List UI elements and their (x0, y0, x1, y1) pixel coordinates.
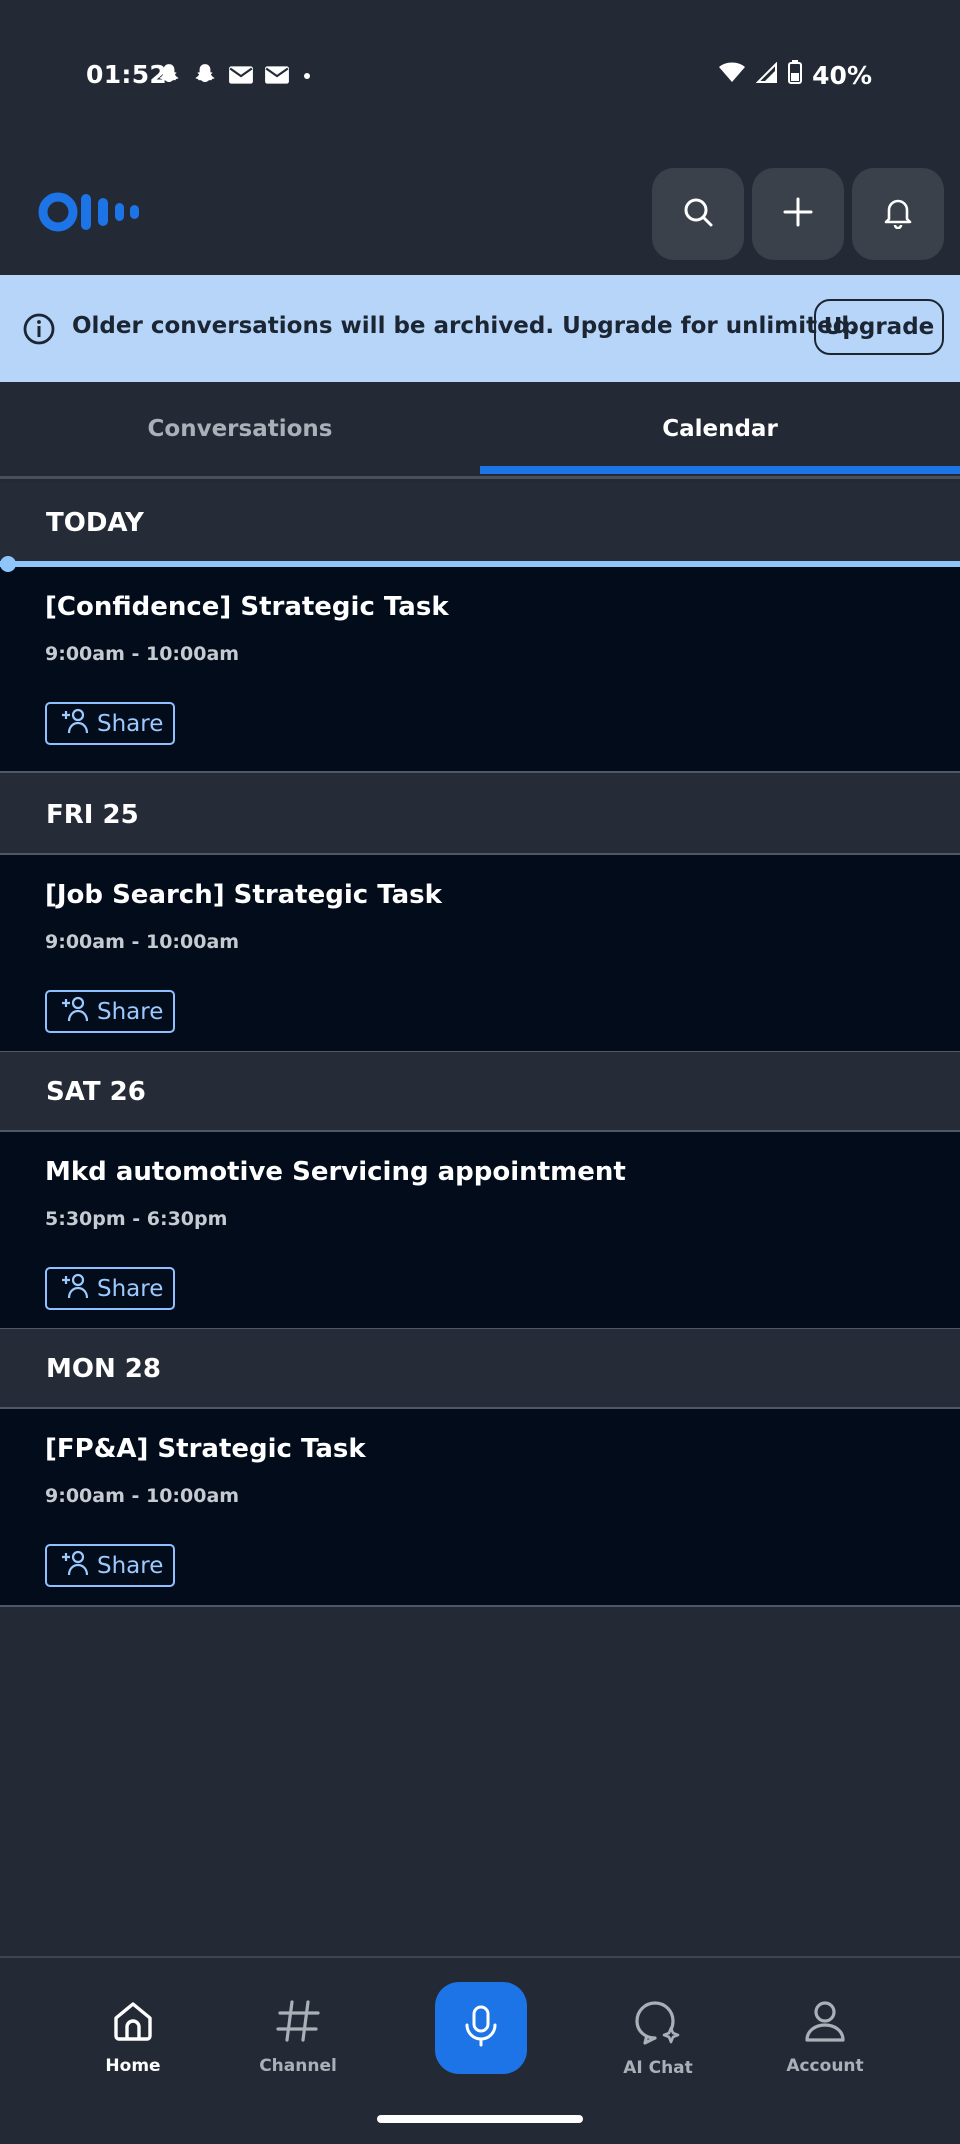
bell-icon (881, 195, 915, 233)
share-button[interactable]: Share (45, 702, 175, 745)
date-header: MON 28 (0, 1329, 960, 1409)
wifi-icon (718, 60, 746, 90)
share-button[interactable]: Share (45, 990, 175, 1033)
event-time: 5:30pm - 6:30pm (45, 1208, 228, 1230)
date-header: SAT 26 (0, 1052, 960, 1132)
event-title: [FP&A] Strategic Task (45, 1434, 366, 1464)
share-label: Share (97, 710, 164, 737)
share-person-icon (61, 1549, 89, 1583)
event-item[interactable]: [Confidence] Strategic Task 9:00am - 10:… (0, 567, 960, 773)
notification-icons (156, 62, 314, 92)
date-label: FRI 25 (46, 800, 139, 830)
snapchat-icon (156, 62, 182, 92)
tab-conversations[interactable]: Conversations (0, 382, 480, 476)
nav-account[interactable]: Account (745, 1998, 905, 2076)
plus-icon (782, 196, 814, 232)
snapchat-icon (192, 62, 218, 92)
date-label: TODAY (46, 508, 144, 538)
event-title: Mkd automotive Servicing appointment (45, 1157, 626, 1187)
record-button[interactable] (435, 1982, 527, 2074)
battery-percent: 40% (812, 60, 872, 90)
event-item[interactable]: [FP&A] Strategic Task 9:00am - 10:00am S… (0, 1407, 960, 1607)
active-tab-indicator (480, 466, 960, 474)
system-status: 40% (718, 60, 872, 90)
dot-icon (300, 68, 314, 87)
microphone-icon (461, 2004, 501, 2052)
event-title: [Confidence] Strategic Task (45, 592, 449, 622)
nav-ai-chat[interactable]: AI Chat (578, 1998, 738, 2078)
share-person-icon (61, 707, 89, 741)
current-time-dot (0, 556, 16, 572)
gmail-icon (228, 64, 254, 90)
nav-home[interactable]: Home (53, 1998, 213, 2076)
home-indicator[interactable] (377, 2115, 583, 2123)
archive-banner: Older conversations will be archived. Up… (0, 275, 960, 382)
share-person-icon (61, 1272, 89, 1306)
banner-text: Older conversations will be archived. Up… (72, 313, 858, 339)
status-time: 01:52 (86, 60, 168, 89)
event-title: [Job Search] Strategic Task (45, 880, 442, 910)
otter-logo[interactable] (38, 190, 142, 238)
share-label: Share (97, 1552, 164, 1579)
event-item[interactable]: [Job Search] Strategic Task 9:00am - 10:… (0, 853, 960, 1053)
status-bar: 01:52 40% (0, 0, 960, 150)
event-time: 9:00am - 10:00am (45, 643, 240, 665)
share-label: Share (97, 998, 164, 1025)
gmail-icon (264, 64, 290, 90)
search-button[interactable] (652, 168, 744, 260)
notifications-button[interactable] (852, 168, 944, 260)
add-button[interactable] (752, 168, 844, 260)
info-icon (22, 312, 56, 350)
date-label: MON 28 (46, 1354, 161, 1384)
hashtag-icon (275, 1998, 321, 2048)
nav-label: Channel (259, 2056, 337, 2076)
ai-chat-icon (633, 1998, 683, 2050)
date-header: TODAY (0, 483, 960, 563)
date-header: FRI 25 (0, 775, 960, 855)
signal-icon (755, 61, 778, 90)
tab-calendar[interactable]: Calendar (480, 382, 960, 476)
home-icon (110, 1998, 156, 2048)
nav-label: Home (105, 2056, 161, 2076)
app-header (0, 150, 960, 275)
nav-label: AI Chat (623, 2058, 693, 2078)
event-item[interactable]: Mkd automotive Servicing appointment 5:3… (0, 1130, 960, 1330)
tab-bar: Conversations Calendar (0, 382, 960, 479)
battery-icon (788, 60, 803, 90)
share-button[interactable]: Share (45, 1544, 175, 1587)
share-label: Share (97, 1275, 164, 1302)
person-icon (802, 1998, 848, 2048)
search-icon (681, 195, 715, 233)
nav-channel[interactable]: Channel (218, 1998, 378, 2076)
event-time: 9:00am - 10:00am (45, 931, 240, 953)
date-label: SAT 26 (46, 1077, 146, 1107)
share-button[interactable]: Share (45, 1267, 175, 1310)
upgrade-button[interactable]: Upgrade (814, 299, 944, 355)
current-time-line (0, 561, 960, 567)
nav-label: Account (786, 2056, 864, 2076)
event-time: 9:00am - 10:00am (45, 1485, 240, 1507)
share-person-icon (61, 995, 89, 1029)
